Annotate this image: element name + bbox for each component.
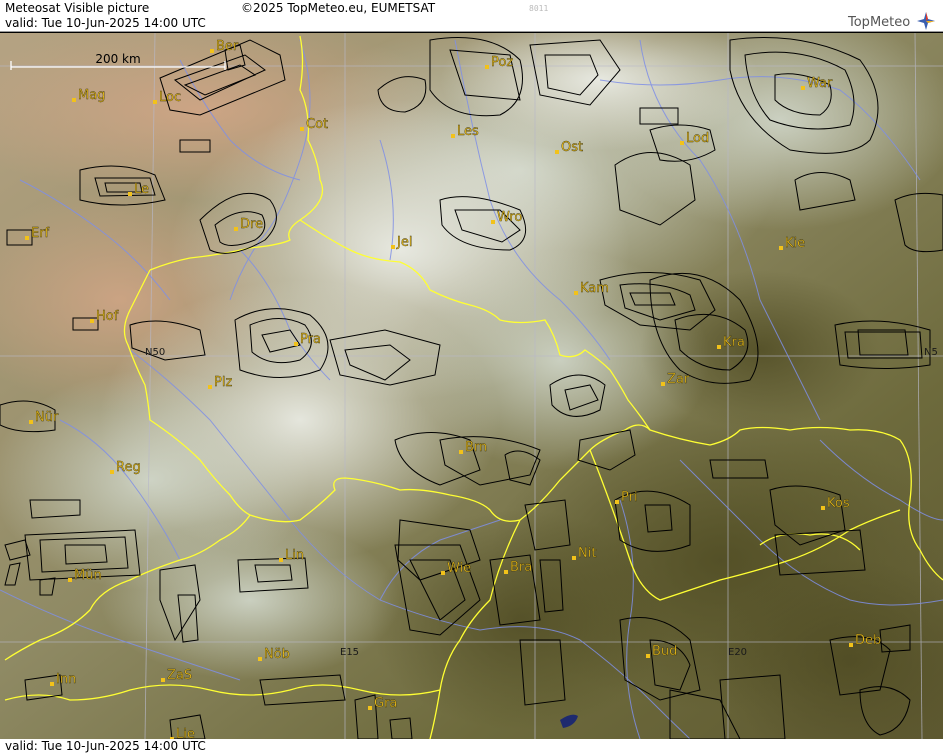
city-label: Kie (785, 236, 805, 251)
city-kam: Kam (574, 281, 609, 296)
copyright-text: ©2025 TopMeteo.eu, EUMETSAT (241, 1, 436, 15)
city-label: Zar (667, 372, 690, 387)
city-label: Gra (374, 696, 397, 711)
city-dot (25, 236, 29, 240)
city-dot (391, 245, 395, 249)
city-label: Inn (56, 672, 76, 687)
city-label: Poz (491, 55, 513, 70)
city-dot (50, 682, 54, 686)
city-mun: Mün (68, 568, 102, 583)
city-label: ZaS (167, 668, 192, 683)
city-label: Ber (216, 39, 239, 54)
city-dot (72, 98, 76, 102)
city-dot (504, 570, 508, 574)
city-dot (210, 49, 214, 53)
city-label: Mün (74, 568, 102, 583)
city-dot (717, 345, 721, 349)
city-dot (294, 342, 298, 346)
lon-label-e20: E20 (728, 647, 747, 658)
city-label: Nöb (264, 647, 290, 662)
header-bar: Meteosat Visible picture valid: Tue 10-J… (0, 0, 943, 32)
city-label: Hof (96, 309, 119, 324)
scale-bar-label: 200 km (95, 52, 140, 66)
city-label: Ost (561, 140, 583, 155)
city-dot (128, 192, 132, 196)
city-label: Lie (176, 727, 195, 739)
city-label: Lod (686, 131, 709, 146)
city-label: Le (134, 182, 149, 197)
city-label: Loc (159, 90, 181, 105)
city-label: Brn (465, 440, 487, 455)
city-dot (555, 150, 559, 154)
valid-time-header: valid: Tue 10-Jun-2025 14:00 UTC (5, 16, 206, 30)
city-label: Kos (827, 496, 850, 511)
satellite-map[interactable]: 200 km N50 N5 E15 E20 Ber Mag Loc Cot Poz War… (0, 33, 943, 739)
city-label: Erf (31, 226, 50, 241)
map-canvas: 200 km N50 N5 E15 E20 Ber Mag Loc Cot Poz War… (0, 33, 943, 739)
compass-star-icon (917, 12, 935, 30)
city-label: Lin (285, 548, 304, 563)
city-dot (161, 678, 165, 682)
city-label: Nür (35, 410, 59, 425)
city-dot (821, 506, 825, 510)
city-dot (279, 558, 283, 562)
city-label: Bra (510, 560, 532, 575)
city-label: Wie (447, 561, 471, 576)
city-dot (849, 643, 853, 647)
city-label: Nit (578, 546, 596, 561)
city-dot (441, 571, 445, 575)
city-label: Dre (240, 217, 263, 232)
city-dot (459, 450, 463, 454)
city-label: Cot (306, 117, 328, 132)
valid-time-footer: valid: Tue 10-Jun-2025 14:00 UTC (5, 739, 206, 753)
city-dot (234, 227, 238, 231)
city-dot (801, 86, 805, 90)
city-dot (368, 706, 372, 710)
city-label: Bud (652, 644, 677, 659)
city-dot (208, 385, 212, 389)
lat-label-n50-west: N50 (145, 347, 165, 358)
city-dot (646, 654, 650, 658)
city-label: Kra (723, 335, 745, 350)
lat-label-n50-east: N5 (924, 347, 938, 358)
city-dot (300, 127, 304, 131)
city-dot (485, 65, 489, 69)
city-label: Reg (116, 460, 141, 475)
product-title: Meteosat Visible picture (5, 1, 150, 15)
city-label: Les (457, 124, 479, 139)
city-dot (153, 100, 157, 104)
city-dot (615, 500, 619, 504)
city-dot (68, 578, 72, 582)
meteosat-map-frame: Meteosat Visible picture valid: Tue 10-J… (0, 0, 943, 754)
city-label: Kam (580, 281, 609, 296)
city-dot (680, 141, 684, 145)
city-label: Pra (300, 332, 321, 347)
city-label: Jel (396, 235, 412, 250)
footer-bar: valid: Tue 10-Jun-2025 14:00 UTC (0, 739, 943, 754)
city-dot (110, 470, 114, 474)
city-dot (451, 134, 455, 138)
city-dot (661, 382, 665, 386)
city-mag: Mag (72, 88, 106, 103)
image-number: 8011 (529, 4, 549, 13)
city-dot (572, 556, 576, 560)
city-dot (258, 657, 262, 661)
city-dot (90, 319, 94, 323)
city-label: Plz (214, 375, 232, 390)
city-dot (29, 420, 33, 424)
city-label: Wro (497, 210, 522, 225)
city-label: Pri (621, 490, 638, 505)
city-label: Mag (78, 88, 105, 103)
city-dot (491, 220, 495, 224)
topmeteo-logo-text: TopMeteo (848, 15, 911, 30)
city-dot (779, 246, 783, 250)
city-label: War (807, 76, 833, 91)
lon-label-e15: E15 (340, 647, 359, 658)
city-dot (574, 291, 578, 295)
city-label: Deb (855, 633, 881, 648)
